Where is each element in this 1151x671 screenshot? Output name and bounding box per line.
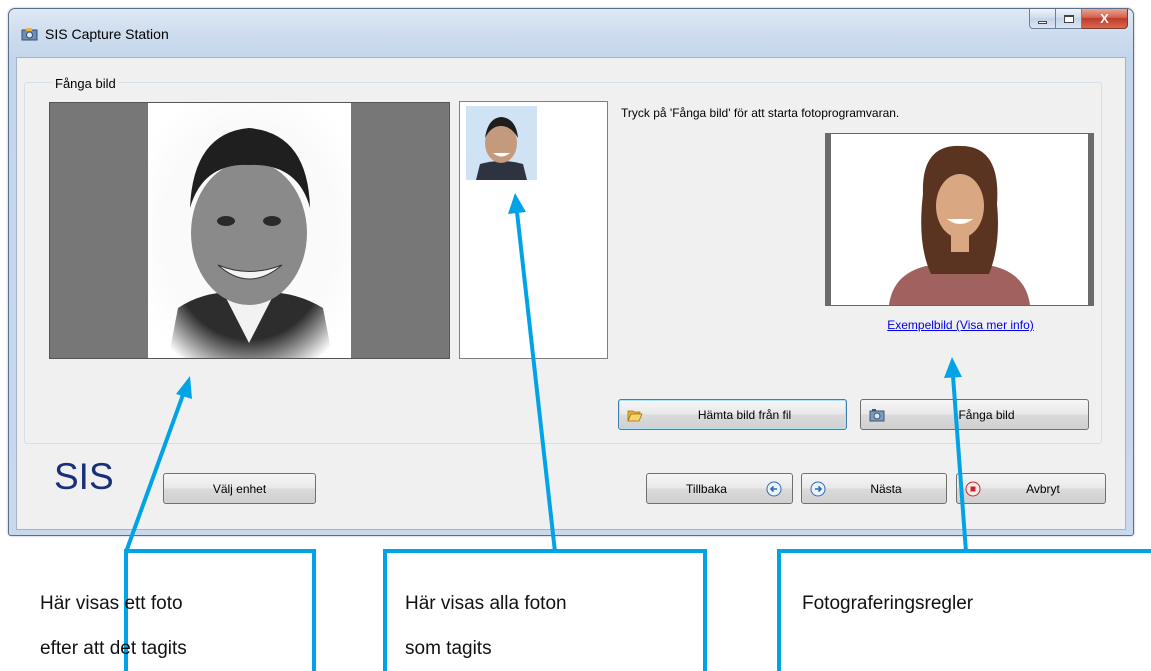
arrow-right-circle-icon xyxy=(810,481,826,496)
camera-icon xyxy=(869,408,885,421)
cancel-label: Avbryt xyxy=(1026,481,1060,496)
next-label: Nästa xyxy=(870,481,902,496)
back-label: Tillbaka xyxy=(686,481,727,496)
captured-photo-view xyxy=(49,102,450,359)
example-info-link[interactable]: Exempelbild (Visa mer info) xyxy=(826,318,1095,332)
thumbnail-list[interactable] xyxy=(459,101,608,359)
maximize-icon xyxy=(1063,14,1074,23)
stage: SIS Capture Station X Fånga bild Tryck p… xyxy=(0,0,1151,671)
close-button[interactable]: X xyxy=(1082,9,1128,29)
instruction-text: Tryck på 'Fånga bild' för att starta fot… xyxy=(621,106,900,120)
select-device-button[interactable]: Välj enhet xyxy=(163,473,316,504)
fetch-from-file-button[interactable]: Hämta bild från fil xyxy=(618,399,847,430)
callout-rules-line1: Fotograferingsregler xyxy=(802,593,974,614)
man-portrait-image xyxy=(148,103,351,358)
window-title: SIS Capture Station xyxy=(45,26,169,42)
callout-all-photos-line1: Här visas alla foton xyxy=(405,593,567,614)
thumbnail-image xyxy=(466,106,537,180)
capture-label: Fånga bild xyxy=(958,407,1015,422)
captured-portrait xyxy=(148,103,351,358)
maximize-button[interactable] xyxy=(1056,9,1082,29)
cancel-button[interactable]: Avbryt xyxy=(956,473,1106,504)
example-photo xyxy=(825,133,1094,306)
fetch-from-file-label: Hämta bild från fil xyxy=(697,407,792,422)
folder-open-icon xyxy=(627,410,643,421)
groupbox-label: Fånga bild xyxy=(52,76,119,91)
title-bar[interactable]: SIS Capture Station X xyxy=(9,9,1133,57)
woman-portrait-image xyxy=(831,134,1088,305)
close-icon: X xyxy=(1100,11,1109,26)
caption-buttons: X xyxy=(1029,9,1128,29)
next-button[interactable]: Nästa xyxy=(801,473,947,504)
sis-logo: SIS xyxy=(54,456,114,497)
callout-all-photos-line2: som tagits xyxy=(405,638,492,659)
callout-photo-line1: Här visas ett foto xyxy=(40,593,183,614)
thumbnail-item[interactable] xyxy=(466,106,537,180)
minimize-button[interactable] xyxy=(1029,9,1056,29)
back-button[interactable]: Tillbaka xyxy=(646,473,793,504)
capture-button[interactable]: Fånga bild xyxy=(860,399,1089,430)
callout-photo-line2: efter att det tagits xyxy=(40,638,187,659)
arrow-left-circle-icon xyxy=(766,481,782,496)
camera-app-icon xyxy=(21,28,38,41)
stop-circle-icon xyxy=(965,481,981,496)
select-device-label: Välj enhet xyxy=(212,481,267,496)
minimize-icon xyxy=(1038,20,1047,24)
